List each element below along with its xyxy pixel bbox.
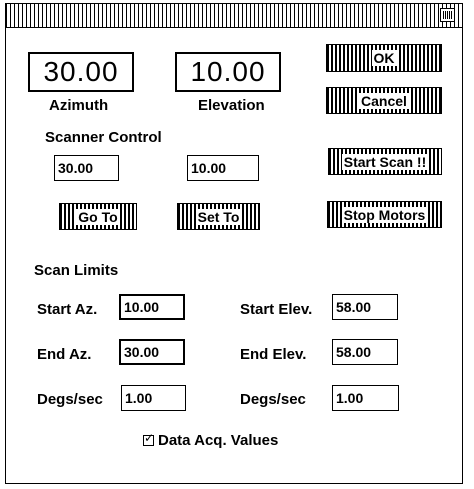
scanner-elevation-input[interactable] <box>187 155 259 181</box>
scanner-control-title: Scanner Control <box>45 129 162 146</box>
elev-degs-per-sec-input[interactable] <box>332 385 399 411</box>
azimuth-display: 30.00 <box>28 52 134 92</box>
azimuth-label: Azimuth <box>49 97 109 114</box>
title-bar[interactable] <box>6 4 462 28</box>
start-scan-button-label: Start Scan !! <box>341 153 429 170</box>
start-az-input[interactable] <box>119 294 185 320</box>
start-az-label: Start Az. <box>37 301 98 318</box>
elevation-display: 10.00 <box>175 52 281 92</box>
go-to-button-label: Go To <box>76 208 120 225</box>
elev-degs-per-sec-label: Degs/sec <box>240 391 306 408</box>
checkbox-icon[interactable] <box>143 431 154 446</box>
start-scan-button[interactable]: Start Scan !! <box>328 148 442 175</box>
end-elev-label: End Elev. <box>240 346 307 363</box>
end-az-input[interactable] <box>119 339 185 365</box>
end-az-label: End Az. <box>37 346 92 363</box>
start-elev-label: Start Elev. <box>240 301 313 318</box>
cancel-button[interactable]: Cancel <box>326 87 442 114</box>
ok-button[interactable]: OK <box>326 44 442 72</box>
stop-motors-button[interactable]: Stop Motors <box>327 201 442 228</box>
az-degs-per-sec-input[interactable] <box>121 385 186 411</box>
data-acq-checkbox[interactable]: Data Acq. Values <box>143 431 279 449</box>
end-elev-input[interactable] <box>332 339 398 365</box>
ok-button-label: OK <box>371 50 397 66</box>
start-elev-input[interactable] <box>332 294 398 320</box>
set-to-button-label: Set To <box>195 208 242 225</box>
set-to-button[interactable]: Set To <box>177 203 260 230</box>
scanner-azimuth-input[interactable] <box>54 155 119 181</box>
elevation-label: Elevation <box>198 97 265 114</box>
cancel-button-label: Cancel <box>359 92 409 109</box>
close-icon[interactable] <box>440 8 455 22</box>
data-acq-label: Data Acq. Values <box>158 432 279 449</box>
go-to-button[interactable]: Go To <box>59 203 137 230</box>
scan-limits-title: Scan Limits <box>34 262 119 279</box>
stop-motors-button-label: Stop Motors <box>341 206 428 223</box>
az-degs-per-sec-label: Degs/sec <box>37 391 103 408</box>
